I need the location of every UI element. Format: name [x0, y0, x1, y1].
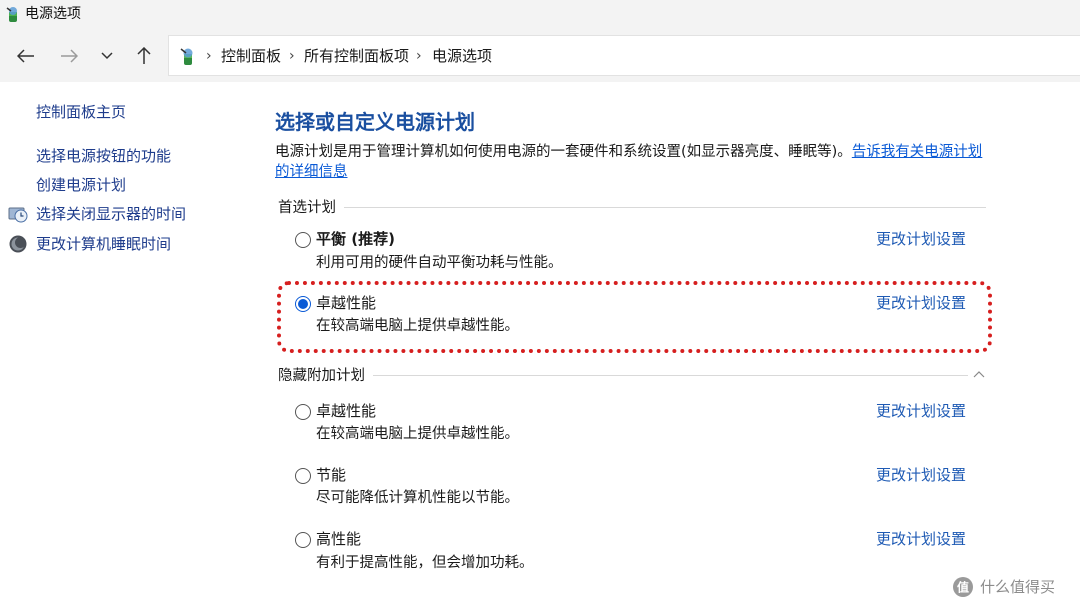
- sidebar-item-display-off[interactable]: 选择关闭显示器的时间: [36, 204, 186, 224]
- plan-desc-power-saver: 尽可能降低计算机性能以节能。: [316, 490, 519, 506]
- title-bar: 电源选项: [0, 0, 1080, 30]
- page-title: 选择或自定义电源计划: [275, 110, 475, 134]
- navigation-bar: › 控制面板 › 所有控制面板项 › 电源选项: [0, 30, 1080, 82]
- section-divider: [278, 207, 986, 208]
- breadcrumb-separator: ›: [206, 48, 212, 64]
- address-bar[interactable]: › 控制面板 › 所有控制面板项 › 电源选项: [168, 35, 1080, 76]
- sidebar-item-create-plan[interactable]: 创建电源计划: [36, 175, 126, 195]
- back-button[interactable]: [12, 42, 40, 70]
- sidebar-home-link[interactable]: 控制面板主页: [36, 102, 126, 122]
- breadcrumb-power-options[interactable]: 电源选项: [432, 47, 492, 65]
- hidden-plans-label: 隐藏附加计划: [278, 366, 373, 386]
- section-divider: [278, 375, 968, 376]
- breadcrumb-control-panel[interactable]: 控制面板: [221, 47, 281, 65]
- watermark-text: 什么值得买: [980, 578, 1056, 596]
- chevron-down-icon: [101, 52, 113, 60]
- change-plan-settings-link[interactable]: 更改计划设置: [876, 401, 966, 421]
- plan-name-power-saver[interactable]: 节能: [316, 465, 346, 485]
- change-plan-settings-link[interactable]: 更改计划设置: [876, 465, 966, 485]
- plan-desc-high-performance: 有利于提高性能，但会增加功耗。: [316, 555, 534, 571]
- change-plan-settings-link[interactable]: 更改计划设置: [876, 229, 966, 249]
- breadcrumb-separator: ›: [289, 48, 295, 64]
- smzdm-logo-icon: 值: [953, 577, 973, 597]
- sidebar-item-sleep-time[interactable]: 更改计算机睡眠时间: [36, 234, 171, 254]
- up-button[interactable]: [130, 42, 158, 70]
- moon-icon: [9, 235, 27, 253]
- highlight-annotation: [277, 281, 992, 353]
- arrow-up-icon: [137, 47, 151, 64]
- svg-text:值: 值: [957, 580, 969, 595]
- recent-locations-button[interactable]: [93, 42, 121, 70]
- plan-name-balanced[interactable]: 平衡 (推荐): [316, 229, 395, 249]
- arrow-left-icon: [17, 49, 34, 63]
- control-panel-icon: [180, 48, 193, 65]
- plan-radio-high-performance[interactable]: [295, 532, 311, 548]
- plan-desc-ultimate-hidden: 在较高端电脑上提供卓越性能。: [316, 426, 519, 442]
- description-text: 电源计划是用于管理计算机如何使用电源的一套硬件和系统设置(如显示器亮度、睡眠等)…: [275, 144, 852, 160]
- sidebar-item-power-button[interactable]: 选择电源按钮的功能: [36, 146, 171, 166]
- forward-button[interactable]: [55, 42, 83, 70]
- chevron-up-icon[interactable]: [972, 369, 986, 379]
- plan-radio-power-saver[interactable]: [295, 468, 311, 484]
- monitor-clock-icon: [8, 207, 28, 223]
- change-plan-settings-link[interactable]: 更改计划设置: [876, 529, 966, 549]
- breadcrumb-all-items[interactable]: 所有控制面板项: [304, 47, 409, 65]
- page-description: 电源计划是用于管理计算机如何使用电源的一套硬件和系统设置(如显示器亮度、睡眠等)…: [275, 142, 995, 182]
- plan-desc-balanced: 利用可用的硬件自动平衡功耗与性能。: [316, 255, 563, 271]
- arrow-right-icon: [61, 49, 78, 63]
- preferred-plans-label: 首选计划: [278, 198, 344, 218]
- plan-radio-ultimate-hidden[interactable]: [295, 404, 311, 420]
- plan-radio-balanced[interactable]: [295, 232, 311, 248]
- watermark: 值 什么值得买: [952, 576, 1072, 600]
- plan-name-ultimate-hidden[interactable]: 卓越性能: [316, 401, 376, 421]
- plan-name-high-performance[interactable]: 高性能: [316, 529, 361, 549]
- power-options-icon: [6, 7, 17, 22]
- breadcrumb-separator: ›: [416, 48, 422, 64]
- window-title: 电源选项: [25, 6, 81, 22]
